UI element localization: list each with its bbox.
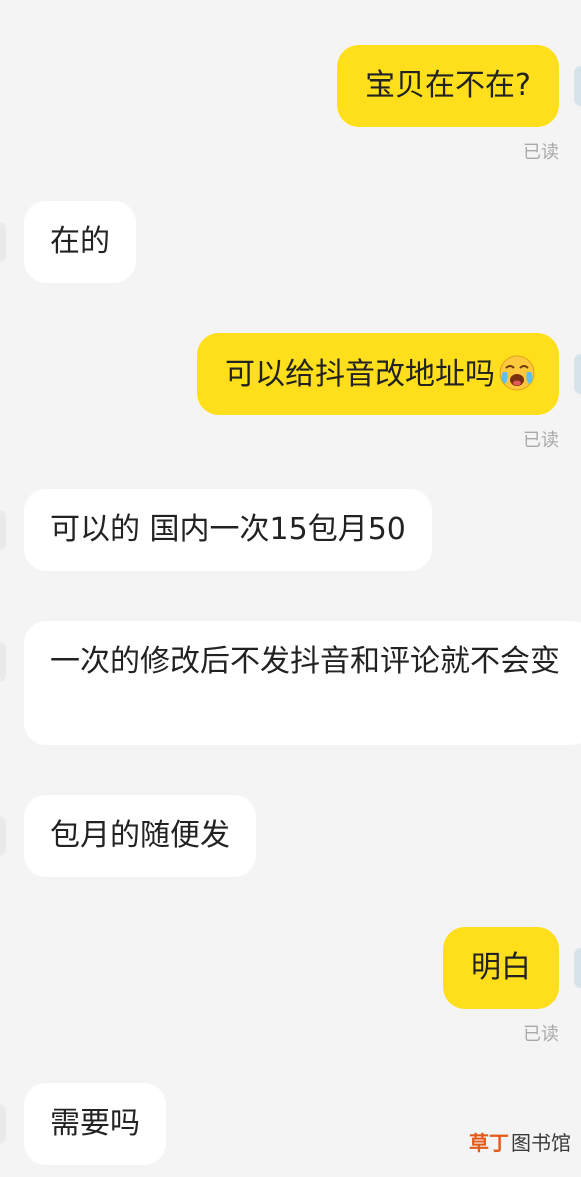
contact-avatar[interactable] [0, 1104, 6, 1144]
message-bubble-incoming[interactable]: 可以的 国内一次15包月50 [24, 489, 432, 571]
watermark: 草丁 图书馆 [469, 1131, 571, 1155]
message-bubble-outgoing[interactable]: 可以给抖音改地址吗 [197, 333, 559, 415]
read-status: 已读 [523, 430, 559, 451]
chat-message-list: 宝贝在不在? 已读 在的 可以给抖音改地址吗 已读 可以的 国内一次15包月50… [0, 0, 581, 1177]
message-bubble-incoming[interactable]: 一次的修改后不发抖音和评论就不会变 [24, 621, 581, 745]
message-bubble-incoming[interactable]: 在的 [24, 201, 136, 283]
message-text: 可以的 国内一次15包月50 [50, 512, 406, 547]
message-text: 一次的修改后不发抖音和评论就不会变 [50, 644, 560, 679]
contact-avatar[interactable] [0, 816, 6, 856]
message-bubble-outgoing[interactable]: 宝贝在不在? [337, 45, 559, 127]
sender-avatar[interactable] [574, 948, 581, 988]
message-text: 需要吗 [50, 1106, 140, 1141]
contact-avatar[interactable] [0, 222, 6, 262]
message-text: 明白 [471, 950, 531, 985]
message-bubble-incoming[interactable]: 包月的随便发 [24, 795, 256, 877]
sender-avatar[interactable] [574, 66, 581, 106]
sender-avatar[interactable] [574, 354, 581, 394]
contact-avatar[interactable] [0, 642, 6, 682]
contact-avatar[interactable] [0, 510, 6, 550]
watermark-suffix: 图书馆 [511, 1131, 571, 1155]
message-text: 在的 [50, 224, 110, 259]
message-bubble-incoming[interactable]: 需要吗 [24, 1083, 166, 1165]
watermark-brand: 草丁 [469, 1131, 509, 1155]
read-status: 已读 [523, 1024, 559, 1045]
crying-face-emoji-icon [499, 355, 535, 391]
message-text: 可以给抖音改地址吗 [225, 357, 495, 392]
message-text: 宝贝在不在? [365, 68, 531, 103]
read-status: 已读 [523, 142, 559, 163]
message-text: 包月的随便发 [50, 818, 230, 853]
message-bubble-outgoing[interactable]: 明白 [443, 927, 559, 1009]
